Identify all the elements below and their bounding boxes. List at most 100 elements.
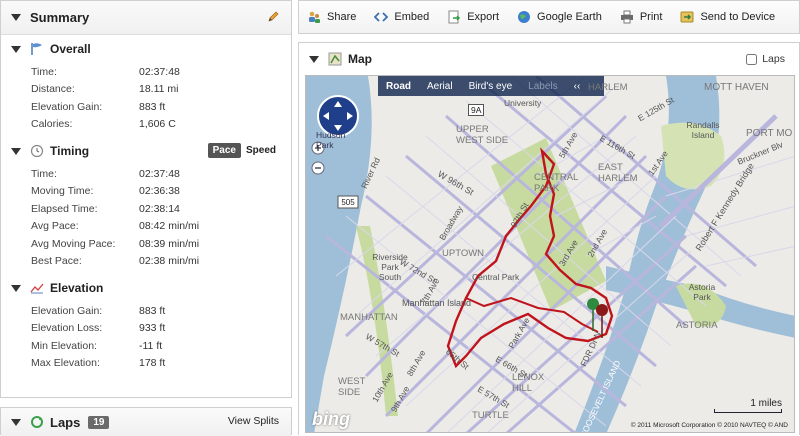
scale-bar (714, 409, 782, 413)
stat-label: Distance: (31, 83, 75, 96)
tab-birds-eye[interactable]: Bird's eye (469, 81, 513, 92)
stat-value: 02:37:48 (139, 65, 180, 78)
collapse-triangle-icon[interactable] (309, 55, 319, 63)
map-canvas[interactable]: 505 (306, 76, 795, 433)
map-title: Map (348, 52, 372, 66)
overall-rows: Time: 02:37:48 Distance: 18.11 mi Elevatio… (11, 63, 291, 133)
zoom-in-icon (311, 141, 325, 155)
collapse-triangle-icon[interactable] (11, 147, 21, 155)
laps-count-badge: 19 (88, 415, 110, 429)
speed-toggle-button[interactable]: Speed (241, 143, 281, 158)
stat-row: Elevation Gain: 883 ft (11, 98, 291, 116)
stat-row: Elapsed Time: 02:38:14 (11, 200, 291, 218)
stat-value: 08:39 min/mi (139, 237, 200, 250)
export-label: Export (467, 11, 500, 23)
pan-control-icon (317, 95, 359, 137)
map-style-tabs: Road Aerial Bird's eye Labels ‹‹ (378, 76, 605, 96)
stat-row: Distance: 18.11 mi (11, 81, 291, 99)
stat-row: Min Elevation: -11 ft (11, 337, 291, 355)
stat-label: Avg Moving Pace: (31, 237, 116, 250)
print-label: Print (639, 11, 663, 23)
stat-row: Moving Time: 02:36:38 (11, 183, 291, 201)
stat-row: Elevation Loss: 933 ft (11, 320, 291, 338)
stat-row: Time: 02:37:48 (11, 63, 291, 81)
tab-road[interactable]: Road (386, 81, 411, 92)
print-button[interactable]: Print (620, 10, 663, 24)
stat-value: 18.11 mi (139, 83, 179, 96)
export-document-icon (447, 10, 461, 24)
google-earth-button[interactable]: Google Earth (517, 10, 602, 24)
laps-panel: Laps 19 View Splits (0, 407, 292, 436)
map-view[interactable]: 505 Road Aerial Bird's eye Labels ‹‹ MOT… (305, 75, 795, 433)
share-people-icon (307, 10, 321, 24)
embed-label: Embed (394, 11, 430, 23)
summary-title: Summary (30, 10, 90, 25)
overall-header[interactable]: Overall (11, 35, 291, 63)
stat-row: Max Elevation: 178 ft (11, 355, 291, 373)
timing-rows: Time: 02:37:48 Moving Time: 02:36:38 Elaps… (11, 165, 291, 270)
stat-value: 883 ft (139, 100, 166, 113)
scale-label: 1 miles (750, 398, 782, 409)
timing-section: Timing Pace Speed Time: 02:37:48 Moving T… (1, 137, 291, 270)
collapse-triangle-icon[interactable] (11, 14, 21, 21)
stat-row: Avg Moving Pace: 08:39 min/mi (11, 235, 291, 253)
laps-checkbox-control[interactable]: Laps (746, 53, 785, 65)
elevation-chart-icon (30, 281, 44, 295)
share-button[interactable]: Share (307, 10, 356, 24)
elevation-title: Elevation (50, 281, 104, 295)
pencil-edit-icon[interactable] (267, 11, 279, 23)
map-copyright: © 2011 Microsoft Corporation © 2010 NAVT… (630, 422, 788, 429)
map-header[interactable]: Map Laps (299, 43, 799, 75)
stat-value: 08:42 min/mi (139, 220, 200, 233)
stat-row: Avg Pace: 08:42 min/mi (11, 218, 291, 236)
laps-title: Laps (50, 414, 81, 430)
stat-value: 02:36:38 (139, 185, 180, 198)
stat-label: Max Elevation: (31, 357, 100, 370)
export-button[interactable]: Export (447, 10, 499, 24)
elevation-rows: Elevation Gain: 883 ft Elevation Loss: 933… (11, 302, 291, 372)
laps-cycle-icon (30, 415, 44, 429)
collapse-triangle-icon[interactable] (11, 418, 21, 426)
collapse-triangle-icon[interactable] (11, 284, 21, 292)
elevation-section: Elevation Elevation Gain: 883 ft Elevatio… (1, 274, 291, 372)
stat-label: Elevation Gain: (31, 304, 103, 317)
clock-icon (30, 144, 44, 158)
laps-checkbox-label: Laps (762, 53, 785, 65)
tab-aerial[interactable]: Aerial (427, 81, 453, 92)
stat-row: Calories: 1,606 C (11, 116, 291, 134)
action-toolbar: Share Embed Export Google Earth Print Se… (298, 0, 800, 34)
timing-title: Timing (50, 144, 90, 158)
embed-button[interactable]: Embed (374, 10, 429, 24)
pace-toggle-button[interactable]: Pace (207, 143, 241, 158)
collapse-triangle-icon[interactable] (11, 45, 21, 53)
stat-value: 883 ft (139, 304, 166, 317)
map-icon (328, 52, 342, 66)
summary-header[interactable]: Summary (1, 1, 291, 35)
stat-value: 02:38 min/mi (139, 255, 200, 268)
laps-header[interactable]: Laps 19 View Splits (1, 408, 291, 436)
timing-header[interactable]: Timing Pace Speed (11, 137, 291, 165)
flag-icon (30, 42, 44, 56)
stat-label: Time: (31, 167, 57, 180)
stat-value: 1,606 C (139, 118, 176, 131)
send-device-icon (680, 10, 694, 24)
tab-labels[interactable]: Labels (528, 81, 557, 92)
send-to-device-button[interactable]: Send to Device (680, 10, 775, 24)
google-earth-label: Google Earth (537, 11, 602, 23)
bing-logo: bing (312, 409, 350, 429)
stat-value: 02:38:14 (139, 202, 180, 215)
stat-label: Calories: (31, 118, 73, 131)
laps-checkbox[interactable] (746, 53, 758, 65)
stat-label: Best Pace: (31, 255, 82, 268)
printer-icon (620, 10, 634, 24)
zoom-out-icon (311, 161, 325, 175)
embed-code-icon (374, 10, 389, 24)
stat-label: Time: (31, 65, 57, 78)
collapse-tabs-button[interactable]: ‹‹ (574, 81, 581, 92)
elevation-header[interactable]: Elevation (11, 274, 291, 302)
stat-label: Moving Time: (31, 185, 94, 198)
stat-label: Avg Pace: (31, 220, 79, 233)
share-label: Share (327, 11, 357, 23)
view-splits-link[interactable]: View Splits (228, 415, 279, 427)
route-shield-label: 505 (341, 198, 355, 207)
